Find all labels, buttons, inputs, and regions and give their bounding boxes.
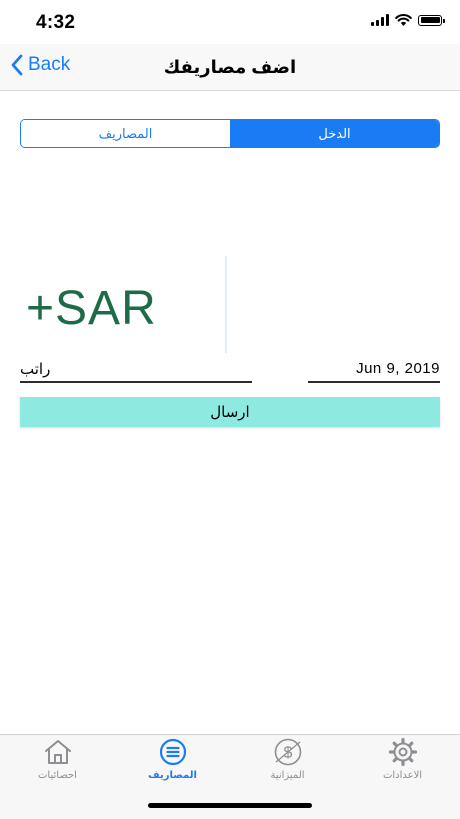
tab-label: احصائيات [38, 770, 77, 781]
list-icon [159, 738, 186, 766]
status-icons [371, 14, 445, 26]
amount-input[interactable]: +SAR [26, 281, 157, 336]
svg-text:$: $ [283, 745, 292, 762]
status-time: 4:32 [36, 12, 76, 33]
page-title: اضف مصاريفك [163, 57, 297, 77]
date-underline [308, 381, 440, 383]
tab-label: الاعدادات [382, 770, 423, 781]
tab-label: المصاريف [148, 770, 197, 781]
type-segmented-control: المصاريف الدخل [20, 119, 440, 148]
segment-expenses[interactable]: المصاريف [21, 120, 230, 147]
dollar-icon: $ [274, 738, 301, 766]
text-cursor [225, 256, 227, 353]
note-field[interactable]: راتب [20, 360, 50, 378]
tab-expenses[interactable]: المصاريف [115, 738, 230, 781]
home-indicator [148, 803, 312, 808]
date-field[interactable]: Jun 9, 2019 [308, 360, 440, 377]
signal-icon [371, 14, 389, 26]
tab-budget[interactable]: $ الميزانية [230, 738, 345, 781]
battery-icon [418, 14, 445, 26]
send-button[interactable]: ارسال [20, 397, 440, 427]
tab-settings[interactable]: الاعدادات [345, 738, 460, 781]
note-underline [20, 381, 252, 383]
wifi-icon [395, 14, 412, 26]
segment-income[interactable]: الدخل [230, 120, 439, 147]
tab-label: الميزانية [270, 770, 305, 781]
home-icon [44, 740, 71, 764]
tab-statistics[interactable]: احصائيات [0, 738, 115, 781]
gear-icon [388, 738, 417, 766]
